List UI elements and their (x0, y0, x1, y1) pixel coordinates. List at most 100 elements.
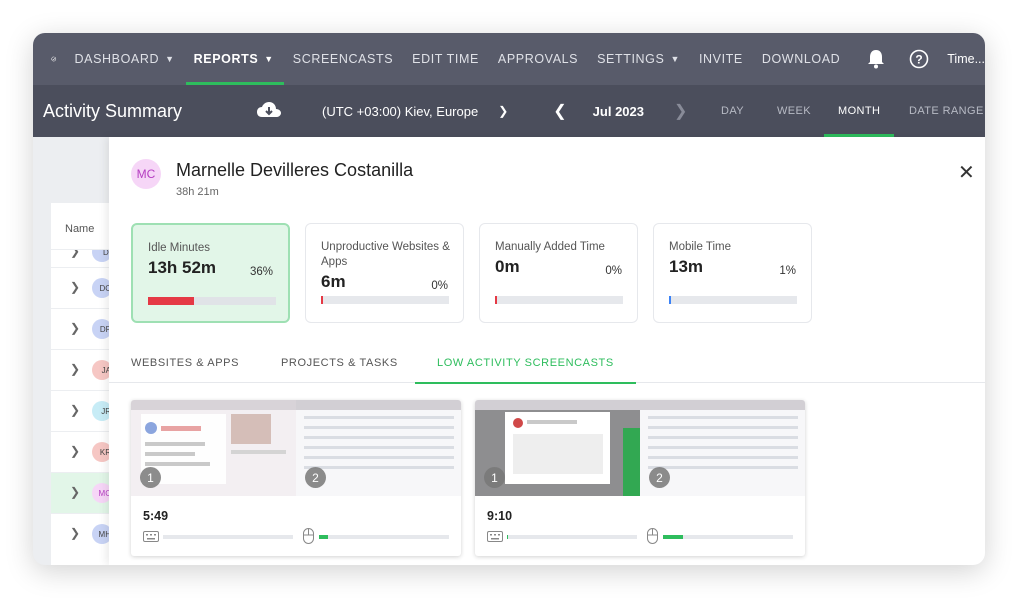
range-week[interactable]: WEEK (777, 85, 811, 137)
screenshot-number-badge: 2 (305, 467, 326, 488)
screenshot-number-badge: 1 (140, 467, 161, 488)
list-column-header: Name (65, 223, 95, 235)
mouse-activity-fill (319, 535, 329, 539)
nav-screencasts[interactable]: SCREENCASTS (293, 33, 393, 85)
mouse-icon (303, 528, 314, 544)
screenshot-number-badge: 2 (649, 467, 670, 488)
stat-card-unproductive[interactable]: Unproductive Websites & Apps 6m 0% (305, 223, 464, 323)
cloud-download-icon[interactable] (256, 101, 282, 121)
keyboard-activity-fill (507, 535, 509, 539)
avatar: MC (131, 159, 161, 189)
stat-label: Unproductive Websites & Apps (321, 241, 450, 268)
stat-card-manual[interactable]: Manually Added Time 0m 0% (479, 223, 638, 323)
page-title: Activity Summary (43, 100, 183, 121)
employee-list: Name ❯ DI ❯ DC ❯ DP ❯ JA ❯ JR ❯ KR ❯ MC (51, 203, 112, 565)
stat-percent: 0% (605, 265, 622, 277)
next-month-button[interactable]: ❯ (674, 101, 687, 121)
stat-progress-fill (148, 297, 195, 305)
chevron-right-icon[interactable]: ❯ (70, 526, 80, 540)
mouse-activity-bar (663, 535, 793, 539)
nav-reports[interactable]: REPORTS ▼ (185, 33, 284, 85)
nav-invite[interactable]: INVITE (699, 33, 743, 85)
stat-percent: 36% (249, 266, 273, 278)
range-date-range[interactable]: DATE RANGE (909, 85, 984, 137)
chevron-down-icon: ▼ (670, 54, 680, 64)
keyboard-icon (487, 531, 503, 542)
stat-progress-fill (495, 296, 497, 304)
keyboard-icon (143, 531, 159, 542)
tab-low-activity-screencasts[interactable]: LOW ACTIVITY SCREENCASTS (415, 343, 636, 384)
chevron-right-icon[interactable]: ❯ (70, 485, 80, 499)
list-item[interactable]: ❯ JR (51, 390, 112, 431)
bell-icon[interactable] (867, 49, 885, 69)
stat-value: 6m (321, 272, 346, 291)
stat-label: Manually Added Time (495, 241, 605, 253)
stat-label: Idle Minutes (148, 242, 211, 254)
chevron-right-icon[interactable]: ❯ (70, 250, 80, 258)
app-window: DASHBOARD ▼ REPORTS ▼ SCREENCASTS EDIT TIM… (33, 33, 985, 565)
stat-card-mobile[interactable]: Mobile Time 13m 1% (653, 223, 812, 323)
chevron-right-icon[interactable]: ❯ (70, 321, 80, 335)
user-menu[interactable]: Time... (947, 52, 985, 66)
employee-name: Marnelle Devilleres Costanilla (176, 160, 414, 180)
stat-progress-bar (321, 296, 449, 304)
nav-settings[interactable]: SETTINGS ▼ (597, 33, 680, 85)
chevron-down-icon: ▼ (264, 54, 274, 64)
stat-progress-bar (495, 296, 623, 304)
chevron-right-icon[interactable]: ❯ (70, 444, 80, 458)
employee-detail-panel: MC Marnelle Devilleres Costanilla 38h 21… (109, 137, 985, 565)
list-item[interactable]: ❯ DP (51, 308, 112, 349)
chevron-down-icon: ▼ (165, 54, 175, 64)
tab-websites-apps[interactable]: WEBSITES & APPS (131, 343, 239, 383)
screencast-card[interactable]: 1 2 9:10 (475, 400, 805, 556)
nav-download[interactable]: DOWNLOAD (762, 33, 840, 85)
mouse-activity-fill (663, 535, 683, 539)
timezone-select[interactable]: (UTC +03:00) Kiev, Europe (322, 104, 478, 119)
screencast-card[interactable]: 1 2 5:49 (131, 400, 461, 556)
list-item[interactable]: ❯ DC (51, 267, 112, 308)
screencast-thumbnail[interactable]: 2 (640, 400, 805, 496)
range-day[interactable]: DAY (721, 85, 744, 137)
list-item[interactable]: ❯ JA (51, 349, 112, 390)
stat-percent: 1% (779, 265, 796, 277)
mouse-icon (647, 528, 658, 544)
stat-value: 0m (495, 257, 520, 276)
list-item[interactable]: ❯ MH (51, 513, 112, 554)
current-month: Jul 2023 (592, 103, 644, 119)
stat-value: 13m (669, 257, 704, 276)
stat-progress-fill (669, 296, 671, 304)
close-icon[interactable]: ✕ (958, 163, 975, 183)
top-navigation: DASHBOARD ▼ REPORTS ▼ SCREENCASTS EDIT TIM… (33, 33, 985, 85)
prev-month-button[interactable]: ❮ (553, 101, 566, 121)
list-item[interactable]: ❯ KR (51, 431, 112, 472)
stat-progress-bar (148, 297, 276, 305)
chevron-right-icon[interactable]: ❯ (70, 403, 80, 417)
range-month[interactable]: MONTH (823, 85, 895, 137)
stat-card-idle[interactable]: Idle Minutes 13h 52m 36% (131, 223, 290, 323)
tab-projects-tasks[interactable]: PROJECTS & TASKS (281, 343, 398, 383)
page-header: Activity Summary (UTC +03:00) Kiev, Euro… (33, 85, 985, 137)
stat-value: 13h 52m (148, 258, 217, 277)
detail-tabs: WEBSITES & APPS PROJECTS & TASKS LOW ACT… (109, 343, 985, 384)
chevron-right-icon[interactable]: ❯ (70, 280, 80, 294)
screencast-thumbnail[interactable]: 2 (296, 400, 461, 496)
chevron-down-icon[interactable]: ❯ (498, 104, 508, 118)
help-icon[interactable]: ? (909, 49, 929, 69)
total-time: 38h 21m (176, 186, 219, 198)
nav-edit-time[interactable]: EDIT TIME (412, 33, 479, 85)
stat-label: Mobile Time (669, 241, 731, 253)
nav-dashboard[interactable]: DASHBOARD ▼ (75, 33, 175, 85)
list-item[interactable]: ❯ MC (51, 472, 112, 513)
stat-progress-fill (321, 296, 323, 304)
app-logo-icon[interactable] (51, 43, 57, 75)
list-item[interactable]: ❯ DI (51, 249, 111, 267)
screencast-thumbnail[interactable]: 1 (475, 400, 640, 496)
screencast-thumbnail[interactable]: 1 (131, 400, 296, 496)
nav-approvals[interactable]: APPROVALS (498, 33, 578, 85)
screencast-time: 9:10 (487, 509, 513, 523)
screenshot-number-badge: 1 (484, 467, 505, 488)
keyboard-activity-bar (163, 535, 293, 539)
chevron-right-icon[interactable]: ❯ (70, 362, 80, 376)
svg-text:?: ? (916, 53, 923, 67)
stat-progress-bar (669, 296, 797, 304)
